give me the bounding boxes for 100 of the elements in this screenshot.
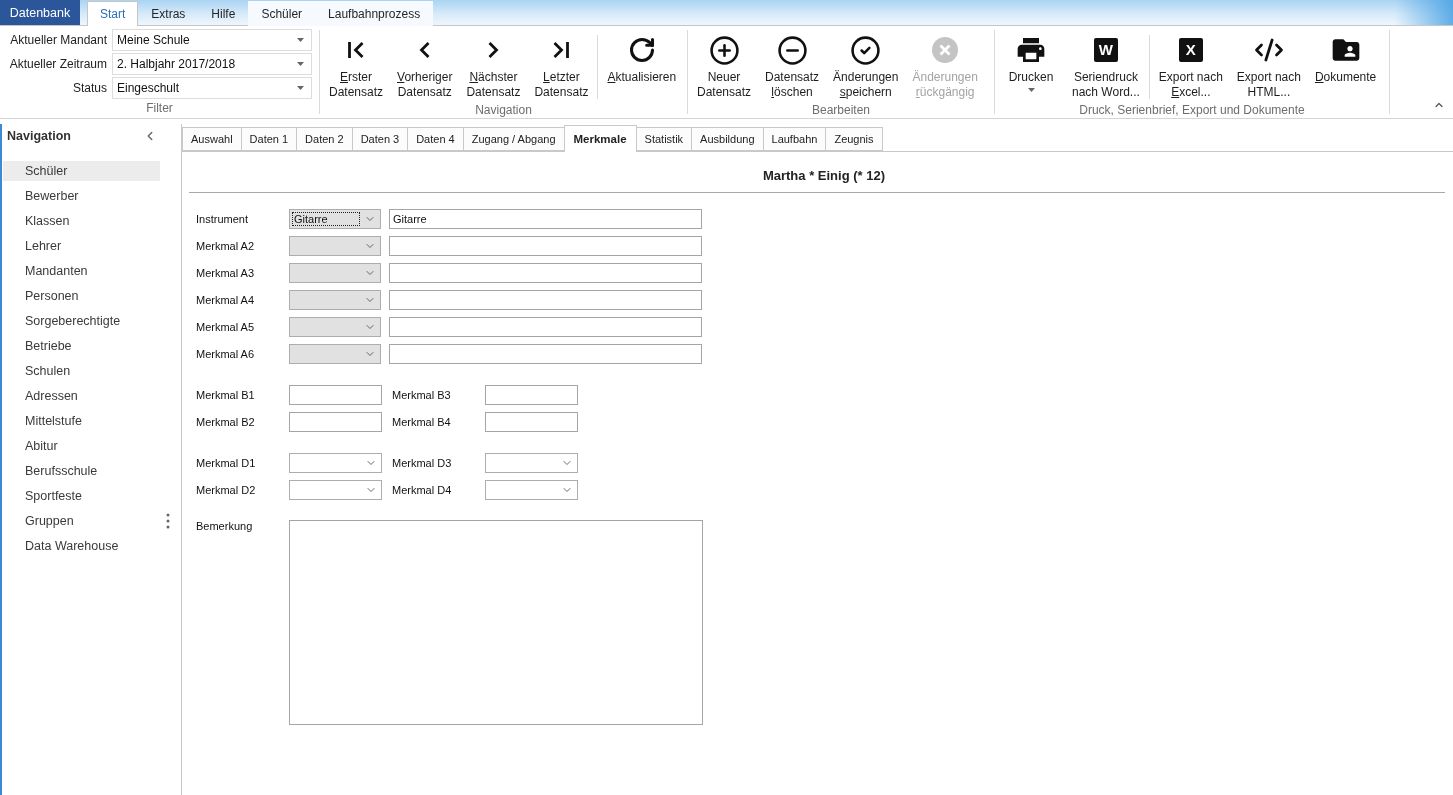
combo-box[interactable] — [289, 263, 381, 283]
letter-tile-icon: W — [1093, 38, 1118, 62]
input-field[interactable] — [485, 385, 578, 405]
record-tab[interactable]: Zugang / Abgang — [462, 127, 565, 151]
panel-title: Navigation — [7, 129, 71, 143]
ribbon-button[interactable]: Drucken — [999, 29, 1063, 103]
nav-item[interactable]: Mittelstufe — [3, 411, 160, 431]
nav-item[interactable]: Data Warehouse — [3, 536, 160, 556]
group-title: Filter — [146, 101, 173, 117]
caret-down-icon — [297, 38, 304, 42]
combo-box[interactable] — [289, 317, 381, 337]
filter-combo[interactable]: 2. Halbjahr 2017/2018 — [112, 53, 312, 75]
nav-item[interactable]: Berufsschule — [3, 461, 160, 481]
combo-box[interactable] — [289, 290, 381, 310]
filter-label: Status — [72, 80, 107, 97]
input-field[interactable] — [289, 412, 382, 432]
nav-item[interactable]: Sorgeberechtigte — [3, 311, 160, 331]
ribbon-button[interactable]: Export nach HTML... — [1231, 29, 1306, 103]
nav-item[interactable]: Adressen — [3, 386, 160, 406]
record-tab[interactable]: Daten 4 — [407, 127, 464, 151]
combo-box[interactable] — [485, 453, 578, 473]
field-label: Merkmal B1 — [196, 389, 255, 401]
record-tab[interactable]: Merkmale — [563, 125, 637, 152]
record-tab[interactable]: Daten 1 — [240, 127, 298, 151]
field-label: Merkmal A6 — [196, 348, 255, 360]
nav-item[interactable]: Schulen — [3, 361, 160, 381]
input-field[interactable] — [389, 317, 702, 337]
ribbon-tab[interactable]: Start — [87, 1, 139, 26]
ribbon-tab[interactable]: Extras — [138, 1, 199, 26]
input-field[interactable] — [389, 344, 702, 364]
nav-item[interactable]: Gruppen — [3, 511, 160, 531]
caret-down-icon — [297, 62, 304, 66]
nav-item[interactable]: Abitur — [3, 436, 160, 456]
minus-circle-icon — [776, 34, 808, 66]
record-tab[interactable]: Zeugnis — [825, 127, 883, 151]
field-label: Bemerkung — [196, 520, 253, 532]
app-menu-button[interactable]: Datenbank — [0, 0, 80, 25]
record-tab[interactable]: Statistik — [635, 127, 693, 151]
input-field[interactable] — [389, 263, 702, 283]
ribbon-button[interactable]: Vorheriger Datensatz — [392, 29, 458, 103]
record-tab[interactable]: Auswahl — [182, 127, 242, 151]
input-field[interactable] — [289, 385, 382, 405]
nav-item[interactable]: Betriebe — [3, 336, 160, 356]
filter-label: Aktueller Zeitraum — [9, 56, 107, 73]
ribbon-button[interactable]: Aktualisieren — [602, 29, 682, 103]
x-circle-icon — [932, 37, 959, 63]
ribbon-button[interactable]: Datensatz löschen — [760, 29, 825, 103]
chevron-right-icon — [487, 41, 499, 59]
nav-item[interactable]: Sportfeste — [3, 486, 160, 506]
ribbon-button[interactable]: Neuer Datensatz — [692, 29, 757, 103]
caret-down-icon — [1027, 88, 1035, 92]
field-label: Merkmal A5 — [196, 321, 255, 333]
plus-circle-icon — [708, 34, 740, 66]
record-title: Martha * Einig (* 12) — [762, 167, 885, 183]
combo-box[interactable] — [485, 480, 578, 500]
field-label: Merkmal A3 — [196, 267, 255, 279]
ribbon-tab[interactable]: Schüler — [248, 1, 316, 26]
vertical-dots-icon[interactable] — [166, 513, 170, 529]
record-tab[interactable]: Daten 3 — [351, 127, 409, 151]
combo-box[interactable]: Gitarre — [289, 209, 381, 229]
record-tab[interactable]: Daten 2 — [296, 127, 353, 151]
filter-combo[interactable]: Eingeschult — [112, 77, 312, 99]
group-title: Navigation — [475, 103, 532, 119]
field-label: Merkmal B4 — [392, 416, 451, 428]
field-label: Merkmal A2 — [196, 240, 255, 252]
input-field[interactable] — [389, 236, 702, 256]
nav-item[interactable]: Schüler — [3, 161, 160, 181]
nav-item[interactable]: Klassen — [3, 211, 160, 231]
ribbon-tab[interactable]: Hilfe — [198, 1, 249, 26]
record-tab[interactable]: Ausbildung — [691, 127, 764, 151]
input-field[interactable] — [485, 412, 578, 432]
input-field[interactable]: Gitarre — [389, 209, 702, 229]
field-label: Instrument — [196, 213, 248, 225]
ribbon-button[interactable]: Dokumente — [1309, 29, 1382, 103]
input-field[interactable] — [389, 290, 702, 310]
filter-combo[interactable]: Meine Schule — [112, 29, 312, 51]
record-tab[interactable]: Laufbahn — [762, 127, 827, 151]
ribbon-button[interactable]: Letzter Datensatz — [529, 29, 594, 103]
chevron-left-icon — [419, 41, 431, 59]
nav-item[interactable]: Personen — [3, 286, 160, 306]
refresh-icon — [627, 36, 656, 64]
ribbon-button[interactable]: Änderungen speichern — [828, 29, 904, 103]
letter-tile-icon: X — [1178, 38, 1203, 62]
combo-box[interactable] — [289, 236, 381, 256]
ribbon-button[interactable]: Erster Datensatz — [324, 29, 389, 103]
remark-field[interactable] — [289, 520, 703, 725]
nav-item[interactable]: Bewerber — [3, 186, 160, 206]
combo-box[interactable] — [289, 453, 382, 473]
nav-item[interactable]: Mandanten — [3, 261, 160, 281]
ribbon-button[interactable]: W Seriendruck nach Word... — [1067, 29, 1145, 103]
ribbon-tab[interactable]: Laufbahnprozess — [315, 1, 434, 26]
filter-label: Aktueller Mandant — [10, 32, 107, 49]
chevron-bar-right-icon — [552, 41, 571, 59]
ribbon-button[interactable]: X Export nach Excel... — [1153, 29, 1228, 103]
combo-box[interactable] — [289, 344, 381, 364]
ribbon-button[interactable]: Nächster Datensatz — [461, 29, 526, 103]
combo-box[interactable] — [289, 480, 382, 500]
field-label: Merkmal D4 — [392, 484, 452, 496]
check-circle-icon — [850, 34, 882, 66]
nav-item[interactable]: Lehrer — [3, 236, 160, 256]
